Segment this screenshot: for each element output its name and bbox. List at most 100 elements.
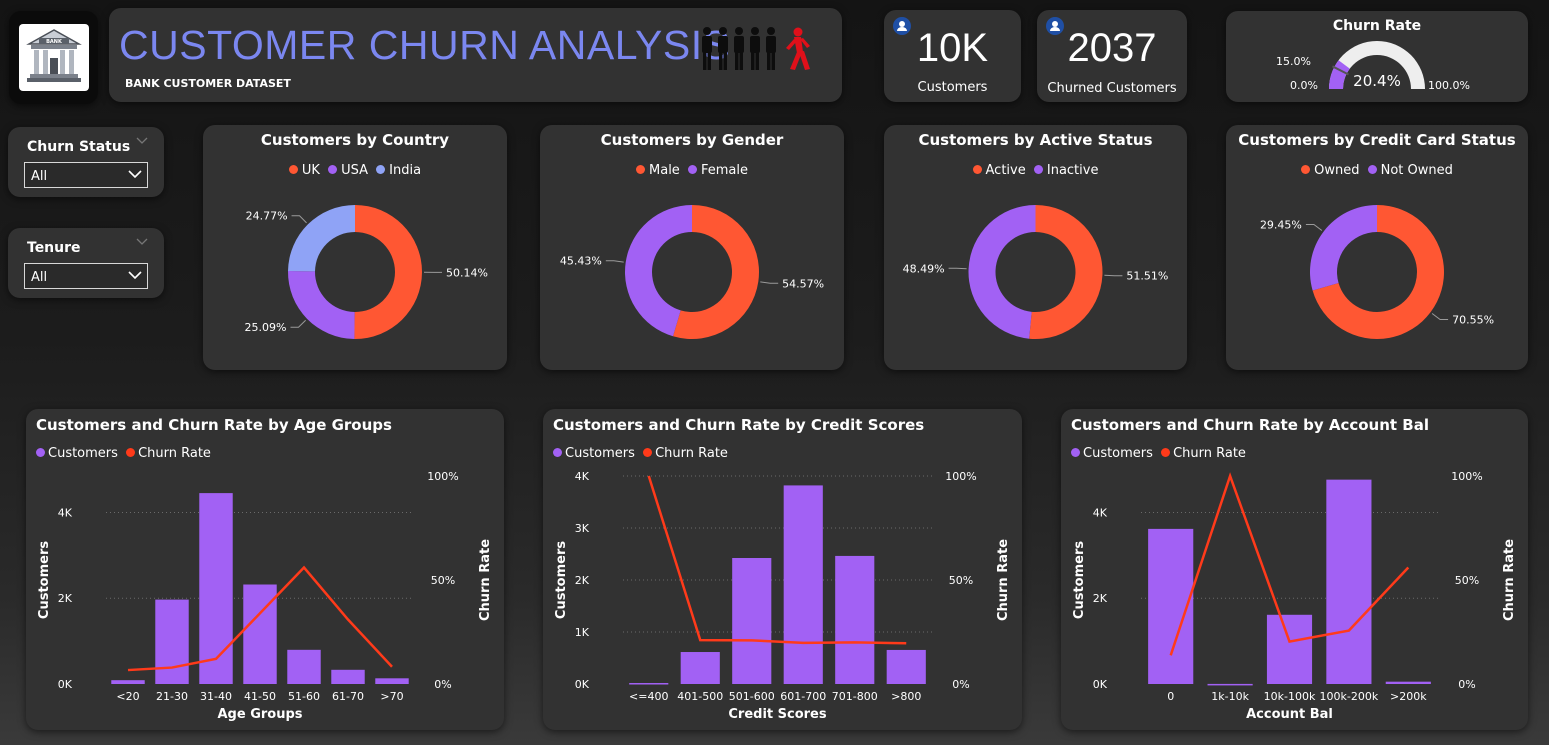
y-tick-label: 0K — [1093, 678, 1108, 691]
y-tick-label: 1K — [575, 626, 590, 639]
y2-axis-title: Churn Rate — [1502, 539, 1517, 621]
chart-title: Customers and Churn Rate by Credit Score… — [553, 416, 925, 434]
donut-leader-line — [760, 281, 779, 284]
active-status-donut-chart: 51.51% 48.49% — [903, 205, 1168, 339]
chevron-down-icon[interactable] — [136, 238, 148, 246]
customers-kpi-card: 10K Customers — [884, 10, 1021, 102]
x-tick-label: 401-500 — [677, 690, 723, 703]
legend-dot — [288, 165, 298, 174]
legend-item[interactable]: Churn Rate — [643, 446, 728, 461]
legend-label: Customers — [565, 446, 635, 461]
y-axis-title: Customers — [1072, 541, 1087, 619]
chevron-down-icon — [128, 271, 142, 280]
x-axis-title: Age Groups — [217, 707, 302, 722]
x-tick-label: <20 — [116, 690, 139, 703]
donut-slice — [288, 271, 355, 339]
churn-status-dropdown[interactable]: All — [24, 162, 148, 188]
credit-card-donut-card: Customers by Credit Card Status Owned No… — [1226, 125, 1528, 370]
y2-tick-label: 100% — [945, 470, 976, 483]
bar — [199, 493, 233, 684]
legend-label: Customers — [1083, 446, 1153, 461]
bank-building-icon: BANK — [19, 24, 89, 91]
legend-item[interactable]: Churn Rate — [1161, 446, 1246, 461]
x-tick-label: 601-700 — [780, 690, 826, 703]
y-tick-label: 2K — [575, 574, 590, 587]
legend-item[interactable]: Not Owned — [1367, 163, 1453, 178]
x-axis-title: Credit Scores — [728, 707, 826, 722]
x-tick-label: 31-40 — [200, 690, 232, 703]
donut-data-label: 50.14% — [446, 266, 488, 279]
tenure-dropdown[interactable]: All — [24, 263, 148, 289]
bar — [680, 652, 720, 684]
customers-label: Customers — [917, 80, 988, 95]
chevron-down-icon[interactable] — [136, 137, 148, 145]
churn-status-filter[interactable]: Churn Status All — [8, 127, 164, 197]
legend-dot — [553, 448, 562, 457]
bar — [1207, 683, 1253, 686]
bank-logo: BANK — [9, 11, 98, 104]
donut-leader-line — [605, 260, 624, 263]
legend-item[interactable]: Customers — [1071, 446, 1153, 461]
x-axis-title: Account Bal — [1246, 707, 1333, 722]
bar — [111, 680, 145, 684]
legend-dot — [972, 165, 982, 174]
country-donut-card: Customers by Country UK USA India 50.14%… — [203, 125, 507, 370]
x-tick-label: 61-70 — [332, 690, 364, 703]
credit-scores-chart-card: 0K 1K 2K 3K 4K 0% 50% 100% <=400 401-500 501-600 60… — [543, 409, 1022, 730]
y2-tick-label: 100% — [1451, 470, 1482, 483]
legend-dot — [376, 165, 386, 174]
donut-leader-line — [291, 215, 307, 224]
chart-title: Customers by Credit Card Status — [1238, 131, 1516, 149]
donut-slice — [1310, 205, 1377, 291]
chart-title: Customers by Gender — [600, 131, 784, 149]
x-tick-label: 501-600 — [729, 690, 775, 703]
donut-data-label: 29.45% — [1260, 218, 1302, 231]
x-tick-label: 1k-10k — [1211, 690, 1249, 703]
donut-leader-line — [1431, 313, 1449, 321]
y2-tick-label: 0% — [1458, 678, 1475, 691]
chevron-down-icon — [128, 170, 142, 179]
x-tick-label: >200k — [1390, 690, 1427, 703]
gauge-min-label: 0.0% — [1290, 79, 1318, 92]
gauge-max-label: 100.0% — [1428, 79, 1470, 92]
y2-axis-title: Churn Rate — [996, 539, 1011, 621]
bar — [886, 649, 926, 684]
bar — [287, 649, 321, 684]
legend-item[interactable]: Inactive — [1033, 163, 1099, 178]
chart-legend: Active Inactive — [884, 163, 1187, 178]
bar — [375, 678, 409, 684]
chart-legend: Male Female — [540, 163, 844, 178]
legend-dot — [1367, 165, 1377, 174]
active-status-donut-card: Customers by Active Status Active Inacti… — [884, 125, 1187, 370]
x-tick-label: 51-60 — [288, 690, 320, 703]
legend-item[interactable]: Male — [636, 163, 680, 178]
donut-slice — [288, 205, 355, 272]
chart-legend: Customers Churn Rate — [1071, 446, 1250, 461]
credit-card-donut-chart: 70.55% 29.45% — [1260, 205, 1494, 339]
y-tick-label: 0K — [58, 678, 73, 691]
y-tick-label: 4K — [1093, 506, 1108, 519]
legend-item[interactable]: Customers — [553, 446, 635, 461]
page-title: CUSTOMER CHURN ANALYSIS — [119, 22, 731, 68]
legend-item[interactable]: India — [376, 163, 421, 178]
legend-item[interactable]: Active — [972, 163, 1026, 178]
y-tick-label: 2K — [58, 592, 73, 605]
people-walking-away-icon — [702, 27, 810, 70]
dropdown-value: All — [31, 169, 48, 184]
legend-label: Inactive — [1046, 163, 1099, 178]
legend-item[interactable]: USA — [328, 163, 368, 178]
churned-kpi-card: 2037 Churned Customers — [1037, 10, 1187, 102]
legend-item[interactable]: UK — [288, 163, 320, 178]
legend-dot — [126, 448, 136, 457]
y-axis-title: Customers — [37, 541, 52, 619]
legend-item[interactable]: Female — [687, 163, 748, 178]
churn-rate-gauge-card: Churn Rate 20.4% 15.0% 0.0% 100.0% — [1226, 11, 1528, 102]
y-tick-label: 2K — [1093, 592, 1108, 605]
gender-donut-card: Customers by Gender Male Female 54.57% 45… — [540, 125, 844, 370]
bar — [155, 599, 189, 684]
tenure-filter[interactable]: Tenure All — [8, 228, 164, 298]
gauge-value-label: 20.4% — [1353, 72, 1401, 90]
legend-item[interactable]: Owned — [1301, 163, 1359, 178]
legend-item[interactable]: Customers — [36, 446, 118, 461]
legend-item[interactable]: Churn Rate — [126, 446, 211, 461]
